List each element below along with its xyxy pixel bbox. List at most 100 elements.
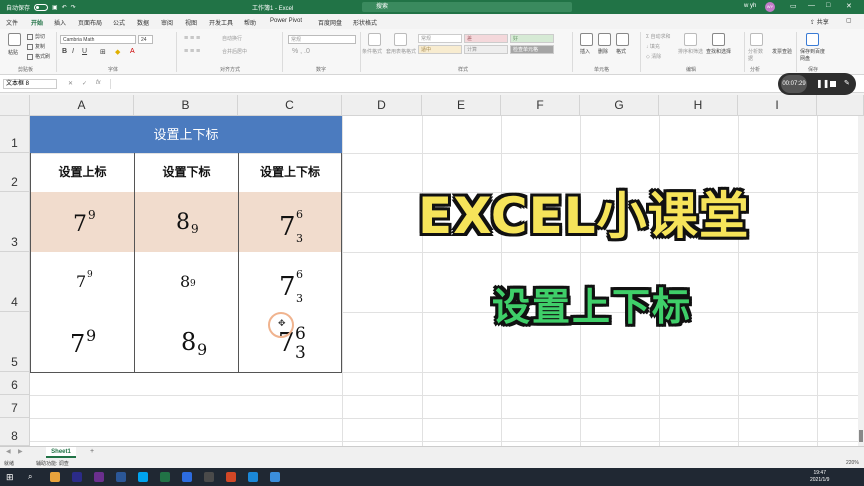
row-header-2[interactable]: 2 [0, 153, 30, 192]
merge-center-button[interactable]: 合并后居中 [222, 48, 247, 55]
find-icon[interactable] [712, 33, 725, 46]
taskbar-clock[interactable]: 19:47 2021/1/9 [810, 470, 829, 484]
baidu-cloud-icon[interactable] [806, 33, 819, 46]
currency-icon[interactable]: % , .0 [292, 48, 310, 55]
stop-icon[interactable] [830, 81, 836, 87]
tab-formulas[interactable]: 公式 [113, 18, 125, 27]
insert-cells-button[interactable]: 插入 [580, 48, 590, 55]
windows-start-icon[interactable]: ⊞ [6, 472, 16, 482]
search-box[interactable]: 搜索 [362, 2, 572, 12]
user-name[interactable]: w yh [744, 3, 756, 9]
style-good[interactable]: 好 [510, 34, 554, 43]
font-color-icon[interactable]: A [130, 48, 135, 55]
format-painter-button[interactable]: 格式刷 [27, 53, 50, 60]
tab-file[interactable]: 文件 [6, 18, 18, 27]
number-format-select[interactable]: 常规 [288, 35, 356, 44]
sheet-tab-sheet1[interactable]: Sheet1 [46, 447, 76, 458]
wrap-text-button[interactable]: 自动换行 [222, 35, 242, 42]
column-header-d[interactable]: D [342, 95, 422, 116]
column-header-b[interactable]: B [134, 95, 238, 116]
row-header-6[interactable]: 6 [0, 372, 30, 395]
font-name-select[interactable]: Cambria Math [60, 35, 136, 44]
cancel-icon[interactable]: ✕ [68, 80, 73, 87]
next-sheet-icon[interactable]: ▶ [18, 448, 23, 455]
save-baidu-button[interactable]: 保存到百度网盘 [800, 48, 826, 62]
format-cells-icon[interactable] [616, 33, 629, 46]
app-icon[interactable] [94, 472, 104, 482]
style-normal[interactable]: 常规 [418, 34, 462, 43]
column-header-c[interactable]: C [238, 95, 342, 116]
italic-button[interactable]: I [72, 48, 74, 55]
cell-a5[interactable]: 7 9 [30, 312, 135, 373]
tab-baidu[interactable]: 百度网盘 [318, 18, 342, 27]
header-subscript[interactable]: 设置下标 [134, 153, 239, 193]
premiere-icon[interactable] [72, 472, 82, 482]
ribbon-display-icon[interactable]: ▭ [790, 2, 797, 10]
cut-button[interactable]: 剪切 [27, 33, 45, 40]
format-cells-button[interactable]: 格式 [616, 48, 626, 55]
tab-insert[interactable]: 插入 [54, 18, 66, 27]
sort-filter-icon[interactable] [684, 33, 697, 46]
sort-filter-button[interactable]: 排序和筛选 [678, 48, 703, 55]
autosave-toggle[interactable] [34, 4, 49, 11]
comment-icon[interactable]: ▢ [846, 17, 852, 24]
maximize-icon[interactable]: □ [826, 2, 830, 9]
pause-icon[interactable]: ❚❚ [816, 79, 829, 88]
paste-icon[interactable] [8, 33, 21, 46]
table-title-cell[interactable]: 设置上下标 [30, 116, 342, 153]
search-icon[interactable]: ⌕ [28, 472, 38, 482]
conditional-format-button[interactable]: 条件格式 [362, 48, 382, 55]
cell-b4[interactable]: 8 9 [134, 252, 239, 313]
app-icon[interactable] [182, 472, 192, 482]
font-size-select[interactable]: 24 [138, 35, 153, 44]
style-check-cell[interactable]: 检查单元格 [510, 45, 554, 54]
minimize-icon[interactable]: — [808, 2, 815, 9]
tab-page-layout[interactable]: 页面布局 [78, 18, 102, 27]
header-superscript[interactable]: 设置上标 [30, 153, 135, 193]
column-header-i[interactable]: I [738, 95, 817, 116]
copy-button[interactable]: 复制 [27, 43, 45, 50]
autosum-button[interactable]: Σ 自动求和 [646, 33, 671, 40]
column-header-g[interactable]: G [580, 95, 659, 116]
prev-sheet-icon[interactable]: ◀ [6, 448, 11, 455]
insert-cells-icon[interactable] [580, 33, 593, 46]
app-icon[interactable] [270, 472, 280, 482]
table-format-icon[interactable] [394, 33, 407, 46]
row-header-1[interactable]: 1 [0, 116, 30, 153]
row-header-3[interactable]: 3 [0, 192, 30, 252]
tab-review[interactable]: 审阅 [161, 18, 173, 27]
close-icon[interactable]: ✕ [846, 2, 852, 10]
confirm-icon[interactable]: ✓ [82, 80, 87, 87]
pen-icon[interactable]: ✎ [844, 79, 850, 87]
fx-icon[interactable]: fx [96, 80, 101, 86]
row-header-4[interactable]: 4 [0, 252, 30, 312]
find-select-button[interactable]: 查找和选择 [706, 48, 731, 55]
tab-shape-format[interactable]: 形状格式 [353, 18, 377, 27]
powerpoint-icon[interactable] [226, 472, 236, 482]
excel-icon[interactable] [160, 472, 170, 482]
share-button[interactable]: ⇪ 共享 [810, 17, 829, 26]
app-icon[interactable] [204, 472, 214, 482]
paste-button[interactable]: 粘贴 [8, 49, 18, 56]
formula-input[interactable] [110, 79, 760, 89]
row-header-7[interactable]: 7 [0, 395, 30, 418]
tab-developer[interactable]: 开发工具 [209, 18, 233, 27]
column-header-a[interactable]: A [30, 95, 134, 116]
column-header-e[interactable]: E [422, 95, 501, 116]
delete-cells-button[interactable]: 删除 [598, 48, 608, 55]
tab-view[interactable]: 视图 [185, 18, 197, 27]
cell-a4[interactable]: 7 9 [30, 252, 135, 313]
cell-a3[interactable]: 7 9 [30, 192, 135, 253]
save-icon[interactable]: ▣ [52, 4, 58, 11]
column-header-f[interactable]: F [501, 95, 580, 116]
fill-color-icon[interactable]: ◆ [115, 48, 120, 56]
fill-button[interactable]: ↓ 填充 [646, 43, 660, 50]
underline-button[interactable]: U [82, 48, 87, 55]
table-format-button[interactable]: 套用表格格式 [386, 48, 416, 55]
undo-icon[interactable]: ↶ [62, 4, 67, 11]
analyze-data-button[interactable]: 分析数据 [748, 48, 764, 62]
align-left-icon[interactable]: ≡ ≡ ≡ [184, 48, 200, 55]
row-header-5[interactable]: 5 [0, 312, 30, 372]
add-sheet-button[interactable]: + [90, 448, 94, 455]
app-icon[interactable] [248, 472, 258, 482]
